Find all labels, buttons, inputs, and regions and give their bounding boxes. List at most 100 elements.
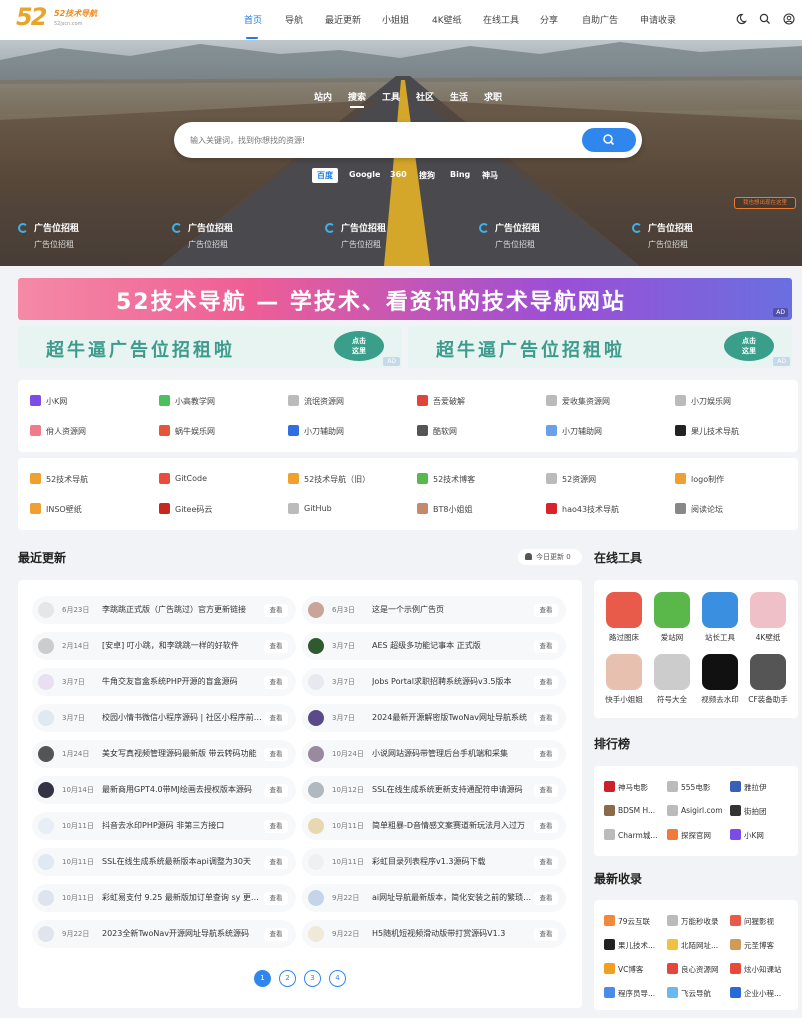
update-title[interactable]: 2023全新TwoNav开源网址导航系统源码 (102, 928, 262, 939)
view-button[interactable]: 查看 (264, 784, 288, 797)
tab-community[interactable]: 社区 (416, 90, 434, 103)
user-icon[interactable] (783, 13, 795, 25)
page-2[interactable]: 2 (279, 970, 296, 987)
update-title[interactable]: AES 超级多功能记事本 正式版 (372, 640, 532, 651)
nav-home[interactable]: 首页 (244, 13, 262, 26)
dark-mode-icon[interactable] (735, 13, 747, 25)
view-button[interactable]: 查看 (534, 892, 558, 905)
hero-ad-item[interactable]: 广告位招租 广告位招租 (172, 220, 312, 252)
update-title[interactable]: 最新商用GPT4.0带MJ绘画去授权版本源码 (102, 784, 262, 795)
update-row[interactable]: 9月22日 2023全新TwoNav开源网址导航系统源码 查看 (32, 920, 296, 948)
update-row[interactable]: 9月22日 H5随机短视频滑动版带打赏源码V1.3 查看 (302, 920, 566, 948)
update-title[interactable]: 美女写真视频管理源码最新版 带云转码功能 (102, 748, 262, 759)
nav-share[interactable]: 分享 (540, 13, 558, 26)
update-title[interactable]: 简单粗暴-D音情感文案赛道新玩法月入过万 (372, 820, 532, 831)
hero-ad-item[interactable]: 广告位招租 广告位招租 (325, 220, 465, 252)
main-banner-ad[interactable]: 52技术导航 — 学技术、看资讯的技术导航网站 AD (18, 278, 792, 320)
update-row[interactable]: 10月24日 小说网站源码带管理后台手机端和采集 查看 (302, 740, 566, 768)
update-row[interactable]: 3月7日 校园小情书微信小程序源码 | 社区小程序前后端开源查看 (32, 704, 296, 732)
update-row[interactable]: 10月14日 最新商用GPT4.0带MJ绘画去授权版本源码 查看 (32, 776, 296, 804)
update-row[interactable]: 3月7日 牛角交友盲盒系统PHP开源的盲盒源码 查看 (32, 668, 296, 696)
update-title[interactable]: 彩虹易支付 9.25 最新版加订单查询 sy 更新版 (102, 892, 262, 903)
update-row[interactable]: 10月11日 彩虹目录列表程序v1.3源码下载 查看 (302, 848, 566, 876)
view-button[interactable]: 查看 (534, 784, 558, 797)
tab-jobs[interactable]: 求职 (484, 90, 502, 103)
update-title[interactable]: 校园小情书微信小程序源码 | 社区小程序前后端开源 (102, 712, 262, 723)
nav-recent[interactable]: 最近更新 (325, 13, 361, 26)
view-button[interactable]: 查看 (264, 712, 288, 725)
view-button[interactable]: 查看 (534, 820, 558, 833)
view-button[interactable]: 查看 (264, 676, 288, 689)
nav-self-ads[interactable]: 自助广告 (582, 13, 618, 26)
update-row[interactable]: 3月7日 AES 超级多功能记事本 正式版 查看 (302, 632, 566, 660)
search-input[interactable] (190, 132, 570, 148)
engine-360[interactable]: 360 (390, 170, 407, 179)
view-button[interactable]: 查看 (264, 856, 288, 869)
update-title[interactable]: Jobs Portal求职招聘系统源码v3.5版本 (372, 676, 532, 687)
update-title[interactable]: [安卓] 叮小跳，和李跳跳一样的好软件 (102, 640, 262, 651)
update-row[interactable]: 10月11日 简单粗暴-D音情感文案赛道新玩法月入过万 查看 (302, 812, 566, 840)
tab-life[interactable]: 生活 (450, 90, 468, 103)
update-title[interactable]: 李跳跳正式版（广告跳过）官方更新链接 (102, 604, 262, 615)
tab-search[interactable]: 搜索 (348, 90, 366, 103)
update-title[interactable]: 牛角交友盲盒系统PHP开源的盲盒源码 (102, 676, 262, 687)
update-row[interactable]: 10月11日 彩虹易支付 9.25 最新版加订单查询 sy 更新版 查看 (32, 884, 296, 912)
view-button[interactable]: 查看 (534, 748, 558, 761)
nav-wallpaper[interactable]: 4K壁纸 (432, 13, 462, 26)
update-title[interactable]: SSL在线生成系统最新版本api调整为30天 (102, 856, 262, 867)
search-icon[interactable] (759, 13, 771, 25)
update-title[interactable]: 抖音去水印PHP源码 非第三方接口 (102, 820, 262, 831)
update-title[interactable]: SSL在线生成系统更新支持通配符申请源码 (372, 784, 532, 795)
tab-site[interactable]: 站内 (314, 90, 332, 103)
tab-tools[interactable]: 工具 (382, 90, 400, 103)
update-title[interactable]: 小说网站源码带管理后台手机端和采集 (372, 748, 532, 759)
view-button[interactable]: 查看 (534, 676, 558, 689)
nav-tools[interactable]: 在线工具 (483, 13, 519, 26)
update-row[interactable]: 2月14日 [安卓] 叮小跳，和李跳跳一样的好软件 查看 (32, 632, 296, 660)
page-4[interactable]: 4 (329, 970, 346, 987)
update-row[interactable]: 10月12日 SSL在线生成系统更新支持通配符申请源码 查看 (302, 776, 566, 804)
update-row[interactable]: 10月11日 抖音去水印PHP源码 非第三方接口 查看 (32, 812, 296, 840)
view-button[interactable]: 查看 (264, 748, 288, 761)
view-button[interactable]: 查看 (264, 928, 288, 941)
view-button[interactable]: 查看 (264, 640, 288, 653)
search-button[interactable] (582, 128, 636, 152)
nav-submit[interactable]: 申请收录 (640, 13, 676, 26)
view-button[interactable]: 查看 (534, 712, 558, 725)
view-button[interactable]: 查看 (264, 820, 288, 833)
update-title[interactable]: 这是一个示例广告页 (372, 604, 532, 615)
ad-apply-button[interactable]: 我也想出现在这里 (734, 197, 796, 209)
view-button[interactable]: 查看 (534, 928, 558, 941)
update-row[interactable]: 10月11日 SSL在线生成系统最新版本api调整为30天 查看 (32, 848, 296, 876)
engine-baidu[interactable]: 百度 (312, 168, 338, 183)
nav-girls[interactable]: 小姐姐 (382, 13, 409, 26)
hero-ad-item[interactable]: 广告位招租 广告位招租 (632, 220, 772, 252)
update-title[interactable]: 彩虹目录列表程序v1.3源码下载 (372, 856, 532, 867)
engine-google[interactable]: Google (349, 170, 380, 179)
update-row[interactable]: 9月22日 ai网址导航最新版本，简化安装之前的繁琐步骤 查看 (302, 884, 566, 912)
update-row[interactable]: 3月7日 2024最新开源解密版TwoNav网址导航系统 查看 (302, 704, 566, 732)
view-button[interactable]: 查看 (264, 604, 288, 617)
view-button[interactable]: 查看 (264, 892, 288, 905)
small-banner-ad[interactable]: 超牛逼广告位招租啦 点击 这里 AD (408, 326, 792, 368)
update-row[interactable]: 1月24日 美女写真视频管理源码最新版 带云转码功能 查看 (32, 740, 296, 768)
hero-ad-item[interactable]: 广告位招租 广告位招租 (479, 220, 619, 252)
hero-ad-item[interactable]: 广告位招租 广告位招租 (18, 220, 158, 252)
small-banner-ad[interactable]: 超牛逼广告位招租啦 点击 这里 AD (18, 326, 402, 368)
engine-shenma[interactable]: 神马 (482, 170, 498, 181)
update-row[interactable]: 6月23日 李跳跳正式版（广告跳过）官方更新链接 查看 (32, 596, 296, 624)
nav-directory[interactable]: 导航 (285, 13, 303, 26)
view-button[interactable]: 查看 (534, 856, 558, 869)
view-button[interactable]: 查看 (534, 640, 558, 653)
update-title[interactable]: 2024最新开源解密版TwoNav网址导航系统 (372, 712, 532, 723)
page-1[interactable]: 1 (254, 970, 271, 987)
update-title[interactable]: ai网址导航最新版本，简化安装之前的繁琐步骤 (372, 892, 532, 903)
engine-sogou[interactable]: 搜狗 (419, 170, 435, 181)
update-title[interactable]: H5随机短视频滑动版带打赏源码V1.3 (372, 928, 532, 939)
engine-bing[interactable]: Bing (450, 170, 470, 179)
update-row[interactable]: 6月3日 这是一个示例广告页 查看 (302, 596, 566, 624)
page-3[interactable]: 3 (304, 970, 321, 987)
view-button[interactable]: 查看 (534, 604, 558, 617)
update-row[interactable]: 3月7日 Jobs Portal求职招聘系统源码v3.5版本 查看 (302, 668, 566, 696)
site-logo[interactable]: 52 52技术导航 52jscn.com (16, 3, 112, 35)
